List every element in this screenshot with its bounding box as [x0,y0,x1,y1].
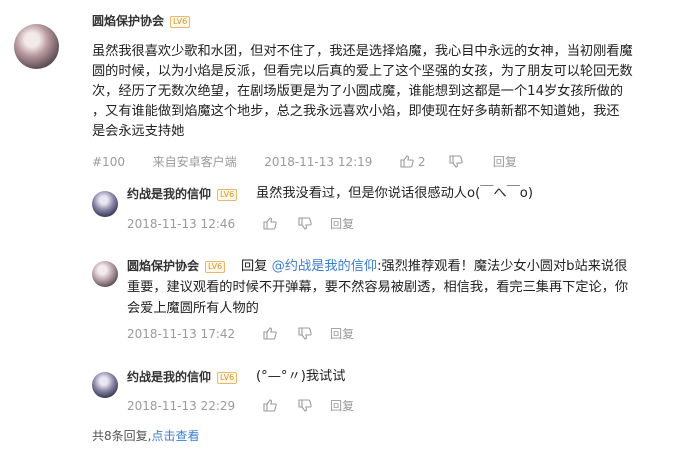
author-name[interactable]: 圆焰保护协会 [92,14,164,28]
level-badge: LV6 [217,188,238,201]
reply-text: 虽然我没看过，但是你说话很感动人o(￣へ￣o) [256,186,533,201]
like-count: 2 [417,155,426,169]
reply-avatar[interactable] [92,261,118,287]
thumbs-down-icon[interactable] [298,326,313,343]
main-comment-text: 虽然我很喜欢少歌和水团，但对不住了，我还是选择焰魔，我心目中永远的女神，当初刚看… [92,42,677,142]
reply-line: 重要，建议观看的时候不开弹幕，要不然容易被剧透，相信我，看完三集再下定论，你 [127,280,629,295]
reply-button[interactable]: 回复 [330,217,354,231]
level-badge: LV6 [205,260,226,273]
comment-line: 圆的时候，以为小焰是反派，但看完以后真的爱上了这个坚强的女孩，为了朋友可以轮回无… [92,64,633,79]
author-name[interactable]: 圆焰保护协会 [127,259,199,273]
reply-prefix: 回复 [241,259,268,274]
level-badge: LV6 [217,371,238,384]
level-badge: LV6 [170,15,191,28]
thumbs-down-icon[interactable] [298,398,313,415]
expand-replies-link[interactable]: 点击查看 [151,429,199,443]
main-comment-author[interactable]: 圆焰保护协会 LV6 [92,12,191,29]
thumbs-up-icon[interactable] [263,398,277,415]
reply-button[interactable]: 回复 [493,155,517,169]
comment-line: 次，经历了无数次绝望，在剧场版更是为了小圆成魔，谁能想到这都是一个14岁女孩所做… [92,84,624,99]
reply-meta: 2018-11-13 22:29 回复 [127,397,354,415]
comment-line: ，又有谁能做到焰魔这个地步，总之我永远喜欢小焰，即使现在好多萌新都不知道她，我还 [92,104,620,119]
comment-line: 是会永远支持她 [92,124,185,139]
reply-line: :强烈推荐观看！魔法少女小圆对b站来说很 [377,259,628,274]
reply-avatar[interactable] [92,191,118,217]
reply-author[interactable]: 约战是我的信仰 LV6 [127,185,238,202]
reply-summary: 共8条回复,点击查看 [92,427,199,444]
reply-avatar[interactable] [92,372,118,398]
thumbs-down-icon[interactable] [298,216,313,233]
reply-meta: 2018-11-13 12:46 回复 [127,215,354,233]
reply-text: (°—°〃)我试试 [256,369,346,384]
reply-button[interactable]: 回复 [330,399,354,413]
reply-author[interactable]: 圆焰保护协会 LV6 [127,257,226,274]
reply-text: 回复 @约战是我的信仰:强烈推荐观看！魔法少女小圆对b站来说很 [241,256,673,277]
reply-meta: 2018-11-13 17:42 回复 [127,325,354,343]
mention-link[interactable]: @约战是我的信仰 [272,259,378,274]
author-name[interactable]: 约战是我的信仰 [127,370,211,384]
reply-count-text: 共8条回复, [92,429,152,443]
reply-button[interactable]: 回复 [330,327,354,341]
reply-text-continued: 重要，建议观看的时候不开弹幕，要不然容易被剧透，相信我，看完三集再下定论，你 会… [127,277,673,319]
thumbs-down-icon[interactable] [449,154,463,171]
floor-number: #100 [92,155,125,169]
author-name[interactable]: 约战是我的信仰 [127,187,211,201]
thumbs-up-icon[interactable] [400,154,414,171]
timestamp: 2018-11-13 17:42 [127,327,236,341]
reply-author[interactable]: 约战是我的信仰 LV6 [127,368,238,385]
client-source: 来自安卓客户端 [152,155,237,169]
thumbs-up-icon[interactable] [263,216,277,233]
thumbs-up-icon[interactable] [263,326,277,343]
main-comment-meta: #100 来自安卓客户端 2018-11-13 12:19 2 回复 [92,153,517,171]
comment-line: 虽然我很喜欢少歌和水团，但对不住了，我还是选择焰魔，我心目中永远的女神，当初刚看… [92,44,633,59]
timestamp: 2018-11-13 12:19 [264,155,373,169]
reply-line: 会爱上魔圆所有人物的 [127,301,259,316]
timestamp: 2018-11-13 22:29 [127,399,236,413]
main-comment-avatar[interactable] [14,24,59,69]
timestamp: 2018-11-13 12:46 [127,217,236,231]
